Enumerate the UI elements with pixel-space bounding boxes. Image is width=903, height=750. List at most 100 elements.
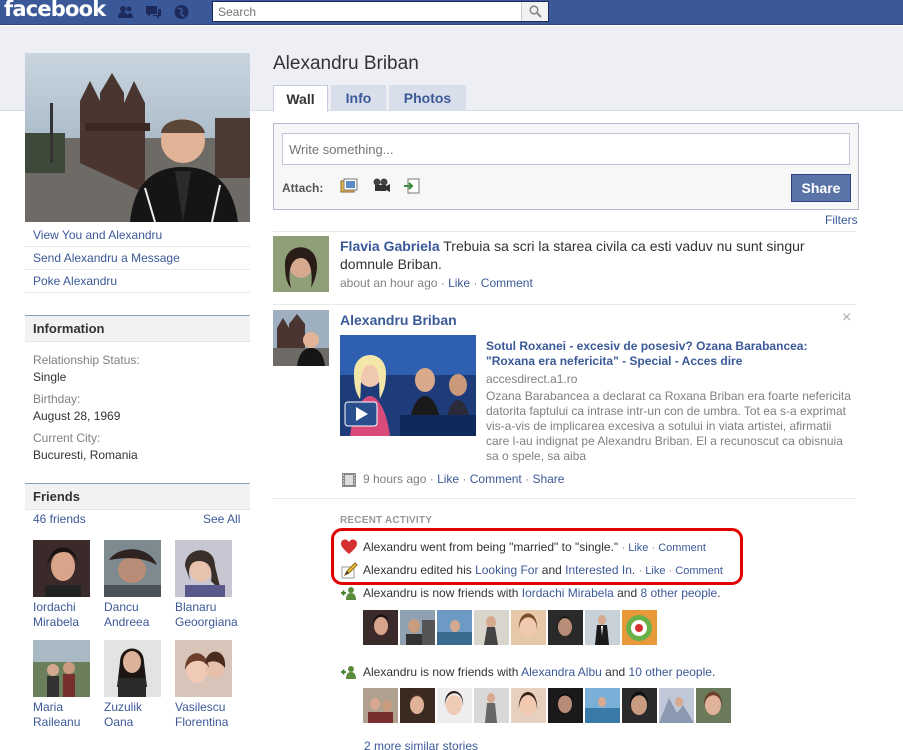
- write-something-input[interactable]: [282, 133, 850, 165]
- new-friends-icon: [340, 584, 358, 602]
- activity2-comment-link[interactable]: Comment: [675, 565, 723, 577]
- story1-like-link[interactable]: Like: [448, 276, 470, 290]
- attach-photo-icon[interactable]: [339, 176, 359, 196]
- friend-photo[interactable]: [33, 540, 90, 597]
- looking-for-link[interactable]: Looking For: [475, 563, 538, 577]
- friend-last-name[interactable]: Andreea: [104, 615, 149, 629]
- friend-thumbnail[interactable]: [474, 688, 509, 723]
- friend-thumbnail[interactable]: [585, 688, 620, 723]
- notifications-globe-icon[interactable]: [173, 4, 190, 20]
- send-message-link[interactable]: Send Alexandru a Message: [25, 247, 250, 270]
- friend-thumbnail[interactable]: [585, 610, 620, 645]
- profile-picture[interactable]: [25, 53, 250, 222]
- tab-wall[interactable]: Wall: [273, 85, 328, 112]
- tab-info[interactable]: Info: [331, 85, 386, 111]
- friend-thumbnail[interactable]: [400, 688, 435, 723]
- friend-last-name[interactable]: Oana: [104, 715, 133, 729]
- story2-actor[interactable]: Alexandru Briban: [340, 312, 457, 328]
- friend-last-name[interactable]: Mirabela: [33, 615, 79, 629]
- friend-photo[interactable]: [104, 640, 161, 697]
- activity2-suffix: .: [631, 563, 636, 577]
- story1-actor[interactable]: Flavia Gabriela: [340, 238, 440, 254]
- friend-first-name[interactable]: Dancu: [104, 600, 139, 614]
- friend-first-name[interactable]: Iordachi: [33, 600, 76, 614]
- friend-tile[interactable]: Blanaru Geoorgiana: [175, 540, 238, 630]
- friend-thumbnail[interactable]: [548, 688, 583, 723]
- story2-comment-link[interactable]: Comment: [470, 472, 522, 486]
- friend-thumbnail[interactable]: [622, 688, 657, 723]
- story1-meta: about an hour ago · Like · Comment: [340, 276, 533, 290]
- friend-thumbnail[interactable]: [696, 688, 731, 723]
- friend-thumbnail[interactable]: [363, 688, 398, 723]
- friend-last-name[interactable]: Raileanu: [33, 715, 80, 729]
- friend-thumbnail[interactable]: [474, 610, 509, 645]
- story2-share-link[interactable]: Share: [532, 472, 564, 486]
- activity2-mid: and: [538, 563, 566, 577]
- friend-tile[interactable]: Zuzulik Oana: [104, 640, 166, 730]
- friend-last-name[interactable]: Geoorgiana: [175, 615, 238, 629]
- friend-thumbnail[interactable]: [437, 610, 472, 645]
- interested-in-link[interactable]: Interested In: [565, 563, 632, 577]
- story1-time[interactable]: about an hour ago: [340, 276, 437, 290]
- friend-thumbnail[interactable]: [659, 688, 694, 723]
- flavia-avatar[interactable]: [273, 236, 329, 292]
- friend-photo[interactable]: [104, 540, 161, 597]
- tab-photos[interactable]: Photos: [389, 85, 466, 111]
- friend-last-name[interactable]: Florentina: [175, 715, 228, 729]
- activity4-suffix: .: [711, 665, 716, 679]
- friend-first-name[interactable]: Zuzulik: [104, 700, 142, 714]
- friend-first-name[interactable]: Vasilescu: [175, 700, 225, 714]
- friend-photo[interactable]: [175, 640, 232, 697]
- friend-thumbnail[interactable]: [363, 610, 398, 645]
- friend-photo[interactable]: [33, 640, 90, 697]
- poke-link[interactable]: Poke Alexandru: [25, 270, 250, 293]
- other-people-link[interactable]: 10 other people: [629, 665, 712, 679]
- activity2-like-link[interactable]: Like: [645, 565, 665, 577]
- messages-icon[interactable]: [145, 4, 162, 20]
- search-input[interactable]: [213, 2, 521, 21]
- activity-edited-profile: Alexandru edited his Looking For and Int…: [363, 563, 723, 577]
- search-button[interactable]: [521, 2, 548, 21]
- view-friendship-link[interactable]: View You and Alexandru: [25, 224, 250, 247]
- other-people-link[interactable]: 8 other people: [641, 586, 718, 600]
- share-button[interactable]: Share: [791, 174, 851, 202]
- facebook-logo[interactable]: facebook: [4, 0, 106, 21]
- friend-thumbnail[interactable]: [622, 610, 657, 645]
- see-all-friends-link[interactable]: See All: [203, 512, 240, 526]
- friend-tile[interactable]: Iordachi Mirabela: [33, 540, 95, 630]
- friend-thumbnail[interactable]: [548, 610, 583, 645]
- top-bar: facebook: [0, 0, 903, 25]
- story1-comment-link[interactable]: Comment: [481, 276, 533, 290]
- friend-tile[interactable]: Vasilescu Florentina: [175, 640, 237, 730]
- city-value[interactable]: Bucuresti, Romania: [33, 447, 248, 464]
- story2-time[interactable]: 9 hours ago: [363, 472, 426, 486]
- relationship-label: Relationship Status:: [33, 353, 140, 367]
- activity1-like-link[interactable]: Like: [628, 542, 648, 554]
- video-thumbnail[interactable]: [340, 335, 476, 436]
- friend-photo[interactable]: [175, 540, 232, 597]
- activity3-suffix: .: [717, 586, 721, 600]
- friend-first-name[interactable]: Maria: [33, 700, 63, 714]
- story2-like-link[interactable]: Like: [437, 472, 459, 486]
- shared-link-description: Ozana Barabancea a declarat ca Roxana Br…: [486, 389, 851, 463]
- attach-video-icon[interactable]: [371, 176, 391, 196]
- friend-requests-icon[interactable]: [117, 4, 134, 20]
- friend-first-name[interactable]: Blanaru: [175, 600, 216, 614]
- more-similar-stories-link[interactable]: 2 more similar stories: [364, 739, 478, 750]
- attach-link-icon[interactable]: [402, 176, 422, 196]
- filters-link[interactable]: Filters: [825, 213, 858, 227]
- friend-tile[interactable]: Dancu Andreea: [104, 540, 166, 630]
- friend-thumbnail[interactable]: [400, 610, 435, 645]
- activity1-comment-link[interactable]: Comment: [658, 542, 706, 554]
- friend-link[interactable]: Alexandra Albu: [521, 665, 602, 679]
- friends-count[interactable]: 46 friends: [33, 512, 86, 526]
- friend-thumbnail[interactable]: [437, 688, 472, 723]
- alexandru-avatar[interactable]: [273, 310, 329, 366]
- remove-post-icon[interactable]: ×: [842, 309, 851, 327]
- shared-link-title[interactable]: Sotul Roxanei - excesiv de posesiv? Ozan…: [486, 339, 851, 369]
- friend-tile[interactable]: Maria Raileanu: [33, 640, 95, 730]
- friend-thumbnail[interactable]: [511, 610, 546, 645]
- friend-link[interactable]: Iordachi Mirabela: [522, 586, 614, 600]
- friend-thumbnail[interactable]: [511, 688, 546, 723]
- new-friends-icon: [340, 663, 358, 681]
